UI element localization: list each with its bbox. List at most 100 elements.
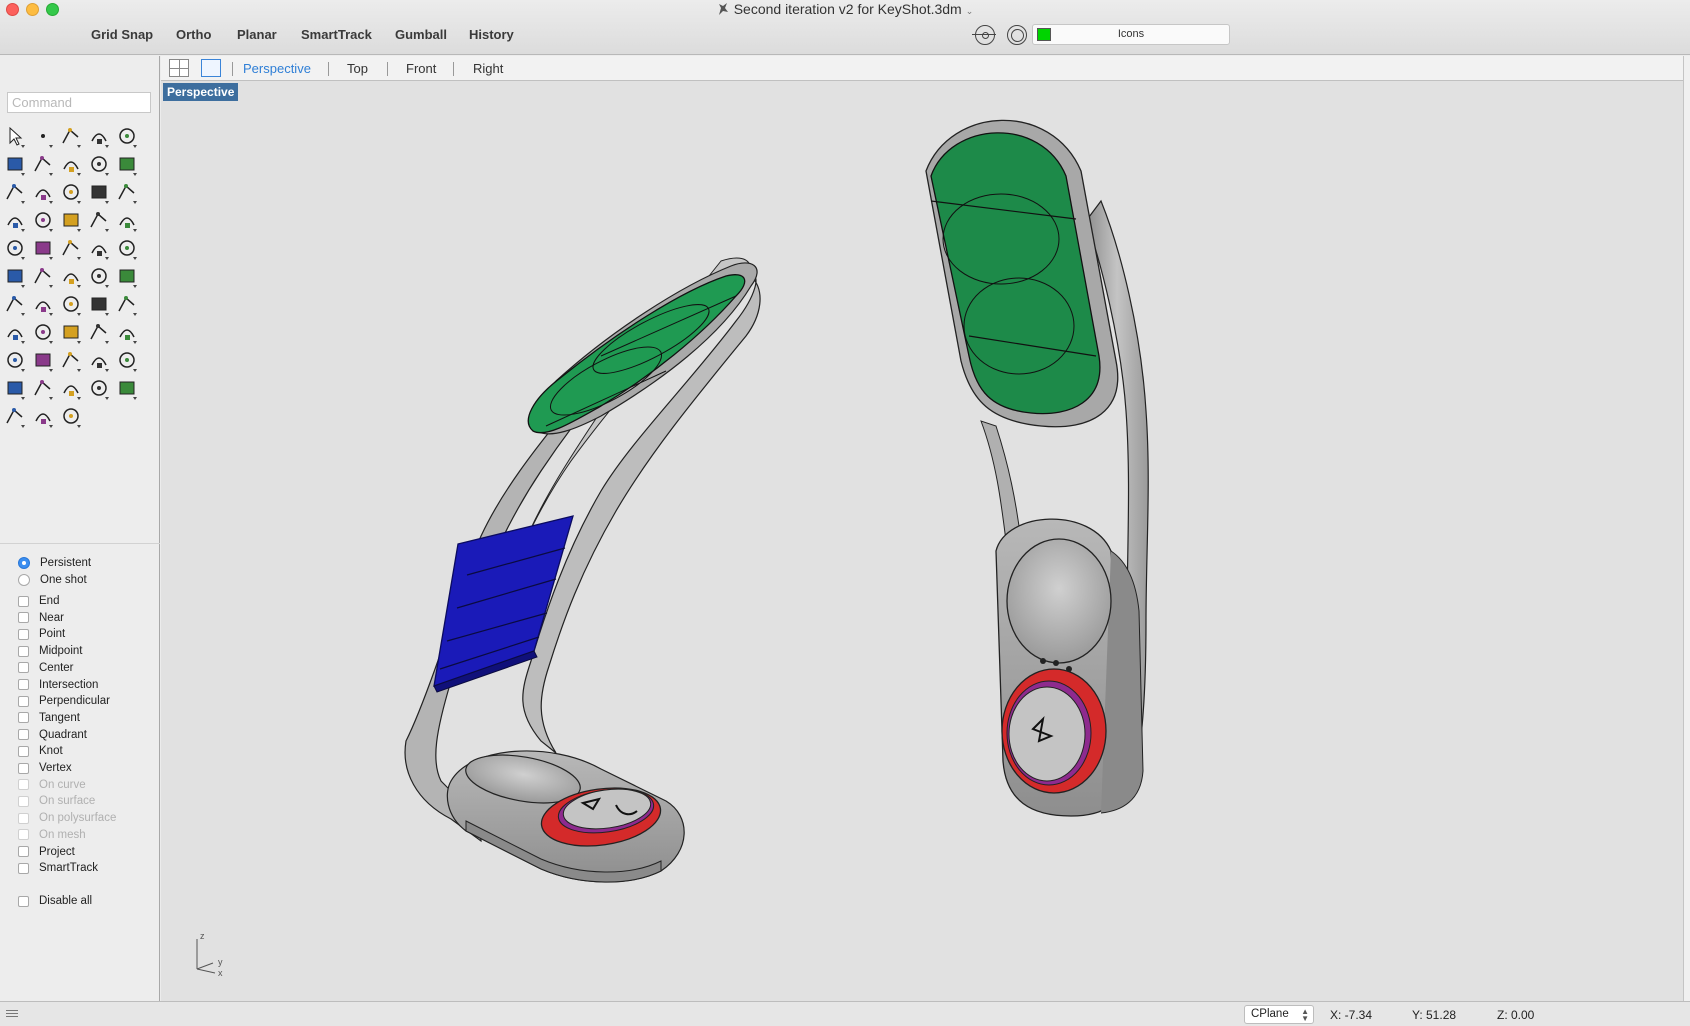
flow-icon[interactable] — [58, 207, 84, 233]
persistent-radio[interactable] — [18, 557, 30, 569]
osnap-item[interactable]: SmartTrack — [18, 859, 98, 877]
render-sphere-icon[interactable] — [2, 403, 28, 429]
arc-icon[interactable] — [30, 151, 56, 177]
osnap-item[interactable]: On polysurface — [18, 809, 116, 827]
light-grid-icon[interactable] — [86, 347, 112, 373]
osnap-item[interactable]: On surface — [18, 792, 95, 810]
viewport-title-label[interactable]: Perspective — [163, 83, 239, 101]
ortho-button[interactable]: Ortho — [176, 27, 211, 42]
osnap-mode-one-shot[interactable]: One shot — [18, 571, 87, 589]
block-icon[interactable] — [86, 263, 112, 289]
magnify-icon[interactable] — [114, 319, 140, 345]
tab-top[interactable]: Top — [347, 61, 368, 76]
rectangle-icon[interactable] — [58, 151, 84, 177]
osnap-item[interactable]: Perpendicular — [18, 692, 110, 710]
tab-right[interactable]: Right — [473, 61, 503, 76]
offset-icon[interactable] — [86, 235, 112, 261]
array-icon[interactable] — [30, 263, 56, 289]
group-icon[interactable] — [30, 235, 56, 261]
boolean-icon[interactable] — [2, 235, 28, 261]
osnap-checkbox[interactable] — [18, 628, 29, 640]
grid-array-icon[interactable] — [2, 291, 28, 317]
gumball-button[interactable]: Gumball — [395, 27, 447, 42]
cone-icon[interactable] — [30, 403, 56, 429]
osnap-checkbox[interactable] — [18, 595, 29, 607]
cylinder-icon[interactable] — [114, 179, 140, 205]
grid-snap-button[interactable]: Grid Snap — [91, 27, 153, 42]
point-icon[interactable] — [30, 123, 56, 149]
text-icon[interactable] — [114, 235, 140, 261]
transform-node-icon[interactable] — [58, 403, 84, 429]
osnap-checkbox[interactable] — [18, 679, 29, 690]
osnap-checkbox[interactable] — [18, 695, 29, 707]
osnap-item[interactable]: End — [18, 592, 59, 610]
record-history-icon[interactable] — [1007, 25, 1027, 45]
layer-icon[interactable] — [30, 375, 56, 401]
lock-icon[interactable] — [2, 375, 28, 401]
color-wheel-icon[interactable] — [58, 375, 84, 401]
osnap-mode-persistent[interactable]: Persistent — [18, 554, 91, 572]
layer-selector[interactable]: Icons — [1032, 24, 1230, 45]
disable-all-checkbox[interactable] — [18, 895, 29, 907]
osnap-checkbox[interactable] — [18, 612, 29, 624]
ellipse-icon[interactable] — [2, 151, 28, 177]
analyze-icon[interactable] — [114, 291, 140, 317]
paint-icon[interactable] — [2, 319, 28, 345]
fillet-icon[interactable] — [114, 151, 140, 177]
osnap-checkbox[interactable] — [18, 645, 29, 657]
osnap-item[interactable]: Intersection — [18, 676, 98, 694]
osnap-item[interactable]: Knot — [18, 742, 63, 760]
trim-icon[interactable] — [114, 207, 140, 233]
osnap-item[interactable]: Near — [18, 609, 64, 627]
osnap-item[interactable]: On mesh — [18, 826, 86, 844]
extrude-surface-icon[interactable] — [30, 179, 56, 205]
tab-front[interactable]: Front — [406, 61, 436, 76]
osnap-checkbox[interactable] — [18, 729, 29, 741]
polygon-icon[interactable] — [86, 151, 112, 177]
osnap-item[interactable]: Midpoint — [18, 642, 82, 660]
osnap-item[interactable]: On curve — [18, 776, 86, 794]
osnap-checkbox[interactable] — [18, 829, 29, 841]
right-panel-edge[interactable] — [1683, 56, 1690, 1001]
rotate-view-icon[interactable] — [2, 347, 28, 373]
right-lamp-model[interactable] — [925, 119, 1149, 817]
history-button[interactable]: History — [469, 27, 514, 42]
curve-icon[interactable] — [86, 123, 112, 149]
left-lamp-model[interactable] — [404, 257, 761, 883]
mesh-icon[interactable] — [2, 207, 28, 233]
zoom-icon[interactable] — [30, 319, 56, 345]
wire-sphere-icon[interactable] — [114, 375, 140, 401]
polyline-icon[interactable] — [58, 123, 84, 149]
smarttrack-button[interactable]: SmartTrack — [301, 27, 372, 42]
align-icon[interactable] — [30, 291, 56, 317]
osnap-toggle-icon[interactable] — [972, 25, 996, 45]
bulb-icon[interactable] — [114, 347, 140, 373]
title-chevron-icon[interactable]: ⌄ — [966, 6, 974, 16]
osnap-checkbox[interactable] — [18, 795, 29, 807]
osnap-item[interactable]: Quadrant — [18, 726, 87, 744]
check-icon[interactable] — [86, 291, 112, 317]
split-icon[interactable] — [86, 207, 112, 233]
scale-icon[interactable] — [58, 263, 84, 289]
select-arrow-icon[interactable] — [2, 123, 28, 149]
osnap-checkbox[interactable] — [18, 762, 29, 774]
tab-perspective[interactable]: Perspective — [243, 61, 311, 76]
disable-all-row[interactable]: Disable all — [18, 892, 92, 910]
car-icon[interactable] — [30, 347, 56, 373]
blend-icon[interactable] — [58, 235, 84, 261]
osnap-item[interactable]: Project — [18, 843, 75, 861]
zoom-window-icon[interactable] — [58, 319, 84, 345]
solid-sphere-icon[interactable] — [86, 179, 112, 205]
single-viewport-layout-icon[interactable] — [201, 59, 221, 77]
osnap-item[interactable]: Point — [18, 625, 65, 643]
osnap-checkbox[interactable] — [18, 712, 29, 724]
box-icon[interactable] — [58, 179, 84, 205]
dimension-icon[interactable] — [114, 263, 140, 289]
one-shot-radio[interactable] — [18, 574, 30, 586]
gear-transform-icon[interactable] — [30, 207, 56, 233]
window-title[interactable]: Second iteration v2 for KeyShot.3dm ⌄ — [0, 1, 1690, 17]
osnap-item[interactable]: Vertex — [18, 759, 72, 777]
move-icon[interactable] — [2, 263, 28, 289]
model-scene[interactable] — [161, 81, 1690, 1001]
planar-button[interactable]: Planar — [237, 27, 277, 42]
